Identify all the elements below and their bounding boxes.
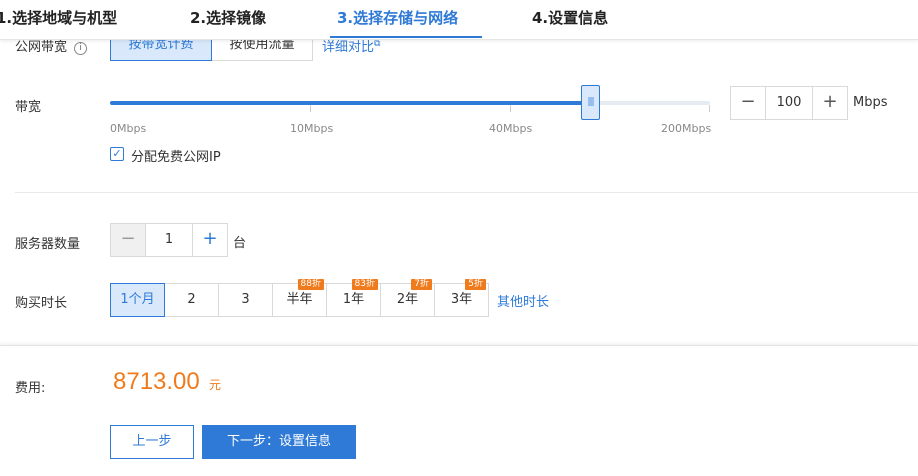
bandwidth-increase-button[interactable]: + — [813, 87, 847, 119]
section-divider — [15, 192, 918, 193]
info-icon[interactable]: i — [74, 42, 88, 55]
bandwidth-type-label-text: 公网带宽 — [15, 40, 68, 55]
external-link-icon: ⧉ — [374, 39, 381, 49]
duration-option-1-year[interactable]: 1年 83折 — [326, 279, 381, 317]
bandwidth-slider-handle[interactable]: ||| — [581, 85, 600, 120]
duration-option-label: 半年 — [286, 292, 313, 307]
other-duration-link[interactable]: 其他时长 — [497, 291, 549, 310]
previous-step-button[interactable]: 上一步 — [110, 425, 194, 459]
server-count-unit: 台 — [233, 236, 247, 251]
duration-option-label: 1个月 — [120, 292, 155, 307]
compare-link-text: 详细对比 — [322, 40, 375, 55]
duration-option-label: 3年 — [450, 292, 473, 307]
duration-option-3-years[interactable]: 3年 5折 — [434, 279, 489, 317]
step-tabs: 1.选择地域与机型 2.选择镜像 3.选择存储与网络 4.设置信息 — [0, 0, 918, 40]
discount-badge: 5折 — [465, 279, 486, 290]
fee-unit: 元 — [209, 378, 222, 392]
duration-option-label: 3 — [241, 292, 250, 307]
bandwidth-decrease-button[interactable]: − — [731, 87, 765, 119]
server-count-decrease-button[interactable]: − — [111, 224, 145, 256]
tick-label-0: 0Mbps — [110, 122, 147, 135]
step-tab-image[interactable]: 2.选择镜像 — [190, 0, 266, 38]
duration-option-1-month[interactable]: 1个月 — [110, 283, 165, 317]
duration-option-label: 1年 — [342, 292, 365, 307]
tick-label-40: 40Mbps — [489, 122, 533, 135]
duration-option-3[interactable]: 3 — [218, 283, 273, 317]
slider-tick — [310, 105, 311, 112]
server-count-label: 服务器数量 — [15, 237, 81, 252]
free-ip-label[interactable]: 分配免费公网IP — [131, 146, 221, 165]
step-tab-settings[interactable]: 4.设置信息 — [532, 0, 608, 38]
slider-tick — [709, 105, 710, 112]
bandwidth-unit: Mbps — [853, 95, 888, 110]
server-count-stepper: − 1 + — [110, 223, 228, 257]
discount-badge: 88折 — [297, 279, 324, 290]
fee-label: 费用: — [15, 381, 46, 396]
step-tab-storage-network[interactable]: 3.选择存储与网络 — [330, 0, 482, 38]
next-step-button[interactable]: 下一步：设置信息 — [202, 425, 356, 459]
bandwidth-stepper: − 100 + — [730, 86, 848, 120]
duration-option-2[interactable]: 2 — [164, 283, 219, 317]
duration-label: 购买时长 — [15, 296, 68, 311]
server-count-input[interactable]: 1 — [145, 224, 193, 256]
duration-option-half-year[interactable]: 半年 88折 — [272, 279, 327, 317]
bandwidth-slider-fill — [110, 101, 590, 105]
slider-tick — [510, 105, 511, 112]
discount-badge: 83折 — [351, 279, 378, 290]
discount-badge: 7折 — [411, 279, 432, 290]
server-count-increase-button[interactable]: + — [193, 224, 227, 256]
tick-label-10: 10Mbps — [290, 122, 334, 135]
duration-option-label: 2年 — [396, 292, 419, 307]
step-tab-region[interactable]: 1.选择地域与机型 — [0, 0, 117, 38]
fee-amount: 8713.00 — [113, 368, 200, 395]
bandwidth-slider-track[interactable] — [110, 101, 710, 105]
check-icon: ✓ — [112, 147, 122, 160]
duration-option-2-years[interactable]: 2年 7折 — [380, 279, 435, 317]
duration-option-label: 2 — [187, 292, 196, 307]
free-ip-checkbox[interactable]: ✓ — [110, 147, 124, 161]
tick-label-200: 200Mbps — [661, 122, 712, 135]
bandwidth-label: 带宽 — [15, 100, 42, 115]
bandwidth-input[interactable]: 100 — [765, 87, 813, 119]
